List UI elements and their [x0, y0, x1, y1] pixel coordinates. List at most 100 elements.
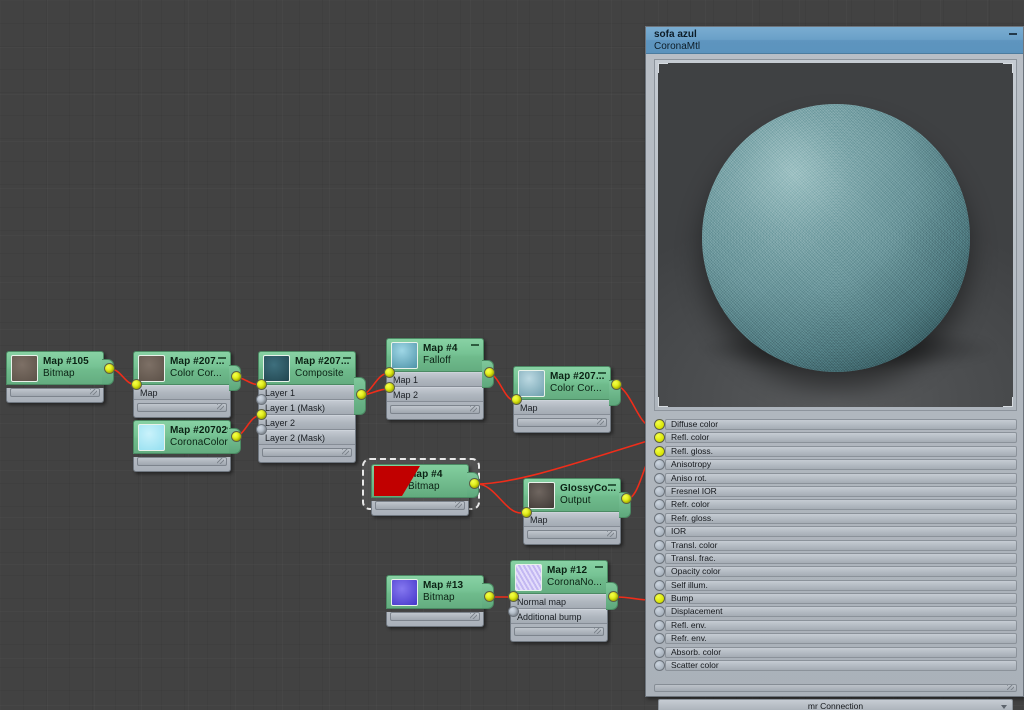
socket-output-composite[interactable]	[356, 389, 367, 400]
socket-input-additional-bump[interactable]	[508, 606, 519, 617]
node-glossy-output[interactable]: GlossyCo... Output Map	[523, 478, 631, 545]
parameter-slot-bar[interactable]	[665, 579, 1017, 591]
parameter-slot-bar[interactable]	[665, 539, 1017, 551]
parameter-slot-bar[interactable]	[665, 432, 1017, 444]
socket-input-normal-map[interactable]	[508, 591, 519, 602]
node-header[interactable]: Map #4 Falloff	[386, 338, 484, 372]
node-header[interactable]: Map #207... Color Cor...	[133, 351, 231, 385]
parameter-slot-bar[interactable]	[665, 593, 1017, 605]
socket-output-map13[interactable]	[484, 591, 495, 602]
socket-param-absorb-color[interactable]	[654, 646, 665, 658]
node-header[interactable]: Map #13 Bitmap	[386, 575, 484, 609]
material-parameter-row[interactable]: Transl. color	[654, 539, 1017, 552]
node-slot-map[interactable]: Map	[524, 512, 620, 527]
node-slot-layer1-mask[interactable]: Layer 1 (Mask)	[259, 400, 355, 415]
material-parameter-row[interactable]: Bump	[654, 592, 1017, 605]
material-parameter-row[interactable]: Diffuse color	[654, 418, 1017, 431]
minimize-icon[interactable]	[343, 357, 351, 359]
node-resize-grip[interactable]	[262, 448, 352, 457]
node-resize-grip[interactable]	[390, 612, 480, 621]
parameter-slot-bar[interactable]	[665, 633, 1017, 645]
material-node-panel[interactable]: sofa azul CoronaMtl Diffuse color Refl. c…	[645, 26, 1024, 710]
material-preview-frame[interactable]	[654, 59, 1017, 411]
socket-output-glossy[interactable]	[621, 493, 632, 504]
material-parameter-row[interactable]: Transl. frac.	[654, 552, 1017, 565]
socket-param-diffuse-color[interactable]	[654, 419, 665, 430]
material-parameter-row[interactable]: Refl. color	[654, 431, 1017, 444]
material-parameter-row[interactable]: Refr. env.	[654, 632, 1017, 645]
socket-param-refr-gloss[interactable]	[654, 512, 665, 524]
node-map105-bitmap[interactable]: Map #105 Bitmap	[6, 351, 114, 403]
socket-input-layer1-mask[interactable]	[256, 394, 267, 405]
node-resize-grip[interactable]	[137, 403, 227, 412]
node-slot-layer2-mask[interactable]: Layer 2 (Mask)	[259, 430, 355, 445]
material-parameter-row[interactable]: Self illum.	[654, 579, 1017, 592]
socket-output-map12[interactable]	[608, 591, 619, 602]
socket-param-transl-color[interactable]	[654, 539, 665, 551]
node-resize-grip[interactable]	[514, 627, 604, 636]
material-parameter-row[interactable]: Absorb. color	[654, 646, 1017, 659]
node-resize-grip[interactable]	[10, 388, 100, 397]
node-header[interactable]: Map #207029... CoronaColor	[133, 420, 231, 454]
socket-input-cc1-map[interactable]	[131, 379, 142, 390]
socket-input-layer1[interactable]	[256, 379, 267, 390]
socket-param-refr-color[interactable]	[654, 499, 665, 511]
node-slot-map[interactable]: Map	[514, 400, 610, 415]
socket-param-transl-frac[interactable]	[654, 552, 665, 564]
socket-input-cc2-map[interactable]	[511, 394, 522, 405]
node-header[interactable]: Map #105 Bitmap	[6, 351, 104, 385]
parameter-slot-bar[interactable]	[665, 499, 1017, 511]
node-slot-map1[interactable]: Map 1	[387, 372, 483, 387]
mr-connection-dropdown[interactable]: mr Connection	[658, 699, 1013, 710]
socket-output-coronacolor[interactable]	[231, 431, 242, 442]
socket-param-aniso-rot[interactable]	[654, 472, 665, 484]
node-slot-map[interactable]: Map	[134, 385, 230, 400]
node-color-correction-2[interactable]: Map #207... Color Cor... Map	[513, 366, 621, 433]
material-parameter-row[interactable]: Aniso rot.	[654, 472, 1017, 485]
node-header[interactable]: Map #4 Bitmap	[371, 464, 469, 498]
material-parameter-row[interactable]: Scatter color	[654, 659, 1017, 672]
node-slot-normal-map[interactable]: Normal map	[511, 594, 607, 609]
socket-param-refl-env[interactable]	[654, 619, 665, 631]
socket-param-self-illum[interactable]	[654, 579, 665, 591]
parameter-slot-bar[interactable]	[665, 459, 1017, 471]
material-parameter-row[interactable]: Refr. gloss.	[654, 512, 1017, 525]
socket-param-refl-gloss[interactable]	[654, 445, 665, 457]
socket-param-refl-color[interactable]	[654, 432, 665, 444]
node-falloff[interactable]: Map #4 Falloff Map 1 Map 2	[386, 338, 494, 420]
minimize-icon[interactable]	[598, 372, 606, 374]
node-slot-layer2[interactable]: Layer 2	[259, 415, 355, 430]
node-header[interactable]: Map #12 CoronaNo...	[510, 560, 608, 594]
node-composite[interactable]: Map #207... Composite Layer 1 Layer 1 (M…	[258, 351, 366, 463]
socket-param-displacement[interactable]	[654, 606, 665, 618]
node-resize-grip[interactable]	[517, 418, 607, 427]
node-resize-grip[interactable]	[375, 501, 465, 510]
minimize-icon[interactable]	[218, 357, 226, 359]
node-header[interactable]: GlossyCo... Output	[523, 478, 621, 512]
material-title-bar[interactable]: sofa azul CoronaMtl	[646, 27, 1023, 54]
socket-input-map1[interactable]	[384, 367, 395, 378]
parameter-slot-bar[interactable]	[665, 552, 1017, 564]
node-header[interactable]: Map #207... Color Cor...	[513, 366, 611, 400]
material-parameter-row[interactable]: IOR	[654, 525, 1017, 538]
node-resize-grip[interactable]	[527, 530, 617, 539]
node-map4-bitmap-selected[interactable]: Map #4 Bitmap	[371, 464, 479, 516]
material-parameter-row[interactable]: Displacement	[654, 605, 1017, 618]
node-slot-additional-bump[interactable]: Additional bump	[511, 609, 607, 624]
socket-param-fresnel-ior[interactable]	[654, 485, 665, 497]
socket-input-layer2[interactable]	[256, 409, 267, 420]
parameter-slot-bar[interactable]	[665, 619, 1017, 631]
parameter-slot-bar[interactable]	[665, 472, 1017, 484]
socket-input-glossy-map[interactable]	[521, 507, 532, 518]
node-map13-bitmap[interactable]: Map #13 Bitmap	[386, 575, 494, 627]
socket-param-scatter-color[interactable]	[654, 660, 665, 672]
socket-param-anisotropy[interactable]	[654, 459, 665, 471]
socket-output-falloff[interactable]	[484, 367, 495, 378]
socket-output-cc2[interactable]	[611, 379, 622, 390]
node-resize-grip[interactable]	[137, 457, 227, 466]
node-map12-coronanormal[interactable]: Map #12 CoronaNo... Normal map Additiona…	[510, 560, 618, 642]
socket-input-map2[interactable]	[384, 382, 395, 393]
socket-param-opacity-color[interactable]	[654, 566, 665, 578]
node-color-correction-1[interactable]: Map #207... Color Cor... Map	[133, 351, 241, 418]
material-parameter-row[interactable]: Refr. color	[654, 498, 1017, 511]
